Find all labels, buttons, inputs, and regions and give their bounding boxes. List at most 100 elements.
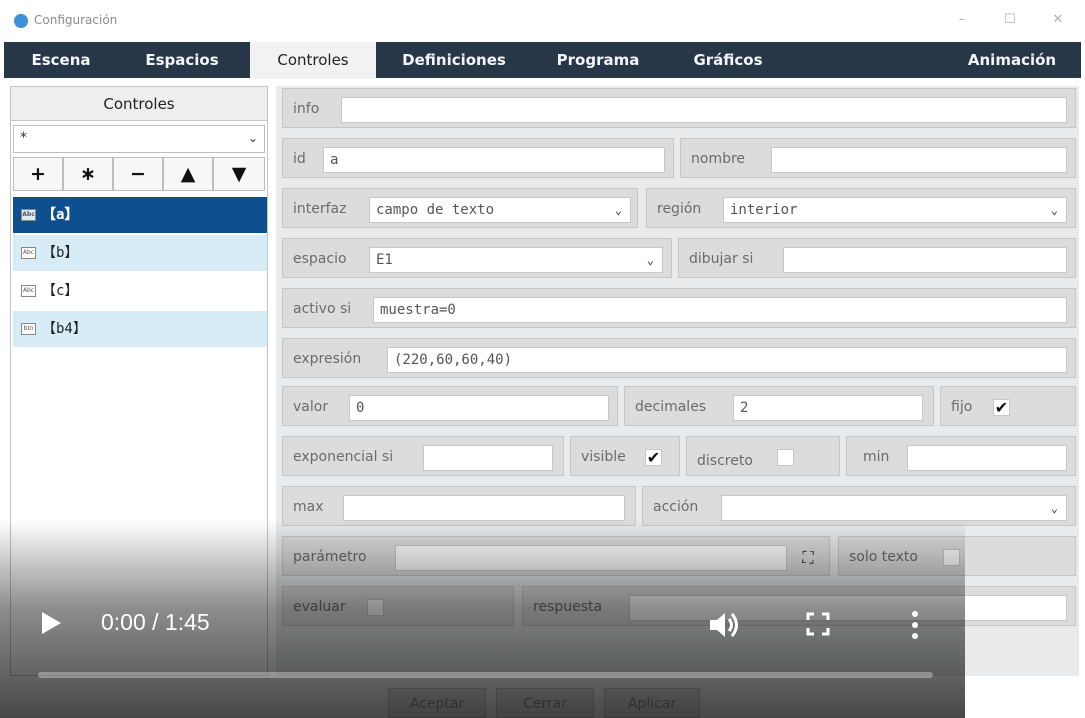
activo-si-label: activo si	[293, 301, 352, 317]
chevron-down-icon: ⌄	[1050, 203, 1058, 217]
decimales-input[interactable]: 2	[733, 395, 923, 421]
region-field-box: región interior ⌄	[646, 188, 1076, 228]
fullscreen-icon[interactable]	[806, 612, 830, 636]
nombre-label: nombre	[691, 151, 746, 167]
espacio-label: espacio	[293, 251, 347, 267]
button-icon: btn	[21, 323, 36, 335]
dibujar-si-input[interactable]	[783, 247, 1067, 273]
control-item-c[interactable]: Abc 【c】	[13, 273, 267, 309]
add-control-button[interactable]: +	[13, 157, 63, 191]
accion-label: acción	[653, 499, 699, 515]
chevron-down-icon: ⌄	[1050, 501, 1058, 515]
parametro-field-box: parámetro ⛶	[282, 536, 830, 576]
control-item-b4[interactable]: btn 【b4】	[13, 311, 267, 347]
espacio-field-box: espacio E1 ⌄	[282, 238, 672, 278]
visible-label: visible	[581, 449, 626, 465]
discreto-checkbox[interactable]	[777, 449, 794, 466]
tab-espacios[interactable]: Espacios	[130, 42, 234, 78]
move-down-button[interactable]: ▼	[213, 157, 265, 191]
controls-toolbar: + ∗ − ▲ ▼	[13, 157, 265, 191]
controls-filter-select[interactable]: * ⌄	[13, 125, 265, 153]
control-item-b[interactable]: Abc 【b】	[13, 235, 267, 271]
visible-field-box: visible ✔	[570, 436, 680, 476]
region-label: región	[657, 201, 702, 217]
aceptar-button[interactable]: Aceptar	[388, 688, 486, 718]
control-item-label: 【b4】	[42, 321, 87, 337]
more-options-icon[interactable]	[906, 610, 924, 640]
tab-escena[interactable]: Escena	[18, 42, 104, 78]
minimize-button[interactable]: –	[948, 9, 976, 31]
evaluar-checkbox[interactable]	[367, 599, 384, 616]
interfaz-select[interactable]: campo de texto ⌄	[369, 197, 631, 223]
region-select-value: interior	[730, 202, 798, 218]
video-progress-bar[interactable]	[38, 672, 933, 678]
chevron-down-icon: ⌄	[614, 203, 622, 217]
id-input[interactable]: a	[323, 147, 665, 173]
expresion-field-box: expresión (220,60,60,40)	[282, 338, 1076, 378]
min-label: min	[863, 449, 890, 465]
tab-programa[interactable]: Programa	[546, 42, 650, 78]
controls-list-panel: Controles * ⌄ + ∗ − ▲ ▼ Abc 【a】 Abc 【b】 Ab…	[10, 86, 268, 676]
text-field-icon: Abc	[21, 285, 36, 297]
move-up-button[interactable]: ▲	[163, 157, 213, 191]
fijo-label: fijo	[951, 399, 973, 415]
tab-animacion[interactable]: Animación	[954, 42, 1070, 78]
exponencial-si-field-box: exponencial si	[282, 436, 564, 476]
exponencial-si-input[interactable]	[423, 445, 553, 471]
region-select[interactable]: interior ⌄	[723, 197, 1067, 223]
valor-input[interactable]: 0	[349, 395, 609, 421]
parametro-label: parámetro	[293, 549, 367, 565]
expand-icon[interactable]: ⛶	[797, 547, 819, 569]
id-field-box: id a	[282, 138, 674, 178]
evaluar-field-box: evaluar	[282, 586, 514, 626]
exponencial-si-label: exponencial si	[293, 449, 394, 465]
volume-icon[interactable]	[707, 608, 743, 642]
solo-texto-checkbox[interactable]	[943, 549, 960, 566]
maximize-button[interactable]: ☐	[996, 9, 1024, 31]
controls-list-header: Controles	[11, 87, 267, 121]
tab-controles[interactable]: Controles	[250, 42, 376, 79]
close-button[interactable]: ✕	[1044, 9, 1072, 31]
visible-checkbox[interactable]: ✔	[645, 449, 662, 466]
fijo-field-box: fijo ✔	[940, 386, 1076, 426]
discreto-field-box: discreto	[686, 436, 840, 476]
app-icon	[14, 14, 28, 28]
nombre-input[interactable]	[771, 147, 1067, 173]
info-label: info	[293, 101, 320, 117]
tab-graficos[interactable]: Gráficos	[680, 42, 776, 78]
id-label: id	[293, 151, 306, 167]
solo-texto-label: solo texto	[849, 549, 918, 565]
respuesta-input[interactable]	[629, 595, 1067, 621]
dibujar-si-label: dibujar si	[689, 251, 754, 267]
expresion-input[interactable]: (220,60,60,40)	[387, 347, 1067, 373]
aplicar-button[interactable]: Aplicar	[604, 688, 700, 718]
info-input[interactable]	[341, 97, 1067, 123]
parametro-input[interactable]	[395, 545, 787, 571]
decimales-label: decimales	[635, 399, 707, 415]
play-icon[interactable]	[42, 612, 61, 634]
chevron-down-icon: ⌄	[646, 253, 654, 267]
duplicate-control-button[interactable]: ∗	[63, 157, 113, 191]
control-item-label: 【c】	[42, 283, 79, 299]
cerrar-button[interactable]: Cerrar	[496, 688, 594, 718]
valor-label: valor	[293, 399, 329, 415]
min-input[interactable]	[907, 445, 1067, 471]
control-item-label: 【b】	[42, 245, 79, 261]
video-time: 0:00 / 1:45	[101, 609, 210, 635]
expresion-label: expresión	[293, 351, 362, 367]
fijo-checkbox[interactable]: ✔	[993, 399, 1010, 416]
tab-definiciones[interactable]: Definiciones	[390, 42, 518, 78]
activo-si-field-box: activo si muestra=0	[282, 288, 1076, 328]
accion-select[interactable]: ⌄	[721, 495, 1067, 521]
accion-field-box: acción ⌄	[642, 486, 1076, 526]
remove-control-button[interactable]: −	[113, 157, 163, 191]
info-field-box: info	[282, 88, 1076, 128]
window-title: Configuración	[34, 13, 118, 27]
espacio-select[interactable]: E1 ⌄	[369, 247, 663, 273]
interfaz-field-box: interfaz campo de texto ⌄	[282, 188, 638, 228]
chevron-down-icon: ⌄	[247, 131, 258, 145]
max-input[interactable]	[343, 495, 625, 521]
control-item-a[interactable]: Abc 【a】	[13, 197, 267, 233]
activo-si-input[interactable]: muestra=0	[373, 297, 1067, 323]
control-properties-panel: info id a nombre interfaz campo de texto…	[276, 86, 1079, 676]
